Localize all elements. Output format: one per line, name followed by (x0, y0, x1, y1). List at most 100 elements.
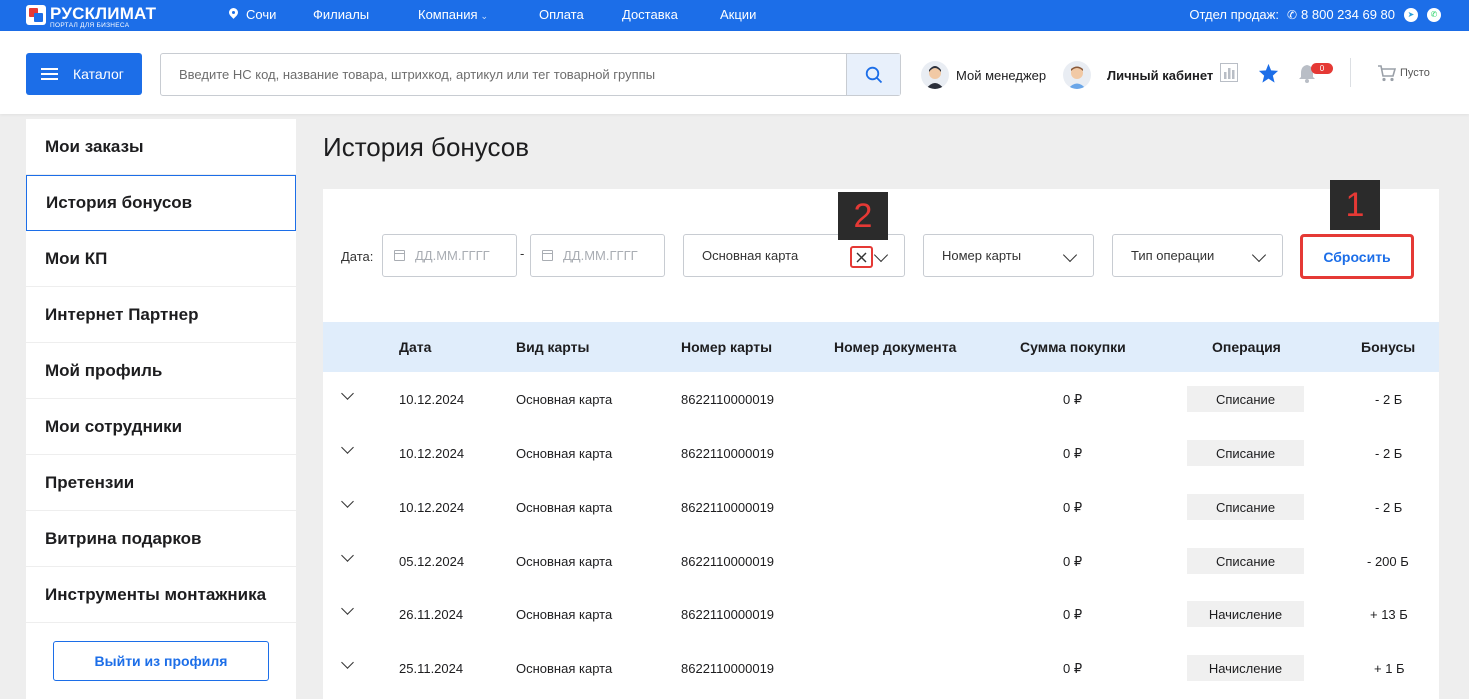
sidebar-item-orders[interactable]: Мои заказы (26, 119, 296, 175)
sales-label: Отдел продаж: (1189, 7, 1279, 22)
logo[interactable]: РУСКЛИМАТ ПОРТАЛ ДЛЯ БИЗНЕСА (26, 5, 156, 30)
operation-type-select[interactable]: Тип операции (1112, 234, 1283, 277)
table-row[interactable]: 10.12.2024 Основная карта 8622110000019 … (323, 372, 1439, 426)
row-bonus: + 13 Б (1370, 607, 1408, 622)
row-operation: Списание (1187, 440, 1304, 466)
cart-icon[interactable] (1377, 65, 1396, 82)
row-sum: 0 ₽ (1063, 554, 1083, 569)
date-to-field[interactable]: ДД.ММ.ГГГГ (530, 234, 665, 277)
sidebar-item-internet-partner[interactable]: Интернет Партнер (26, 287, 296, 343)
table-row[interactable]: 26.11.2024 Основная карта 8622110000019 … (323, 587, 1439, 641)
sidebar-item-bonus-history[interactable]: История бонусов (26, 175, 296, 231)
telegram-icon[interactable]: ➤ (1404, 7, 1418, 22)
row-sum: 0 ₽ (1063, 607, 1083, 622)
row-date: 25.11.2024 (399, 661, 464, 676)
column-card-type: Вид карты (516, 339, 590, 355)
search-bar (160, 53, 901, 96)
row-card-type: Основная карта (516, 500, 613, 515)
chevron-down-icon[interactable] (341, 549, 354, 562)
personal-cabinet-label: Личный кабинет (1107, 67, 1214, 83)
card-number-select[interactable]: Номер карты (923, 234, 1094, 277)
chevron-down-icon[interactable] (341, 656, 354, 669)
chevron-down-icon[interactable] (341, 602, 354, 615)
row-card-type: Основная карта (516, 661, 613, 676)
nav-company-label: Компания (418, 7, 478, 22)
chevron-down-icon[interactable] (341, 495, 354, 508)
sidebar-item-profile[interactable]: Мой профиль (26, 343, 296, 399)
reset-filters-button[interactable]: Сбросить (1300, 234, 1414, 279)
sidebar-item-installer-tools[interactable]: Инструменты монтажника (26, 567, 296, 623)
row-card-number: 8622110000019 (681, 392, 775, 407)
callout-marker-2: 2 (838, 192, 888, 240)
calendar-icon (542, 250, 553, 261)
my-manager-link[interactable]: Мой менеджер (921, 61, 1046, 89)
table-row[interactable]: 10.12.2024 Основная карта 8622110000019 … (323, 426, 1439, 480)
menu-icon (41, 68, 58, 80)
sidebar-item-employees[interactable]: Мои сотрудники (26, 399, 296, 455)
cart-status[interactable]: Пусто (1400, 67, 1430, 79)
city-label: Сочи (246, 7, 277, 22)
row-bonus: - 2 Б (1375, 500, 1403, 515)
chevron-down-icon[interactable] (341, 387, 354, 400)
chart-icon[interactable] (1220, 63, 1238, 82)
logout-button[interactable]: Выйти из профиля (53, 641, 269, 681)
clear-card-type-button[interactable] (850, 246, 873, 268)
catalog-button[interactable]: Каталог (26, 53, 142, 95)
table-row[interactable]: 05.12.2024 Основная карта 8622110000019 … (323, 534, 1439, 588)
logo-icon (26, 5, 46, 25)
nav-branches[interactable]: Филиалы (313, 7, 369, 22)
header: Каталог Мой менеджер Личный кабинет 0 Пу… (0, 31, 1469, 114)
column-document-number: Номер документа (834, 339, 957, 355)
nav-payment[interactable]: Оплата (539, 7, 584, 22)
table-row[interactable]: 10.12.2024 Основная карта 8622110000019 … (323, 480, 1439, 534)
personal-cabinet-link[interactable]: Личный кабинет (1063, 61, 1213, 89)
row-card-type: Основная карта (516, 446, 613, 461)
row-card-number: 8622110000019 (681, 446, 775, 461)
row-card-type: Основная карта (516, 607, 613, 622)
logo-subtitle: ПОРТАЛ ДЛЯ БИЗНЕСА (50, 22, 130, 29)
sales-contact: Отдел продаж: ✆ 8 800 234 69 80 ➤ ✆ (1189, 7, 1441, 22)
row-sum: 0 ₽ (1063, 500, 1083, 515)
nav-company[interactable]: Компания ⌄ (418, 7, 488, 22)
nav-delivery[interactable]: Доставка (622, 7, 678, 22)
logo-name: РУСКЛИМАТ (50, 4, 157, 23)
date-from-field[interactable]: ДД.ММ.ГГГГ (382, 234, 517, 277)
row-operation: Начисление (1187, 655, 1304, 681)
header-divider (1350, 58, 1351, 87)
callout-marker-1: 1 (1330, 180, 1380, 230)
calendar-icon (394, 250, 405, 261)
star-icon[interactable] (1258, 63, 1279, 83)
search-button[interactable] (846, 54, 900, 95)
card-number-label: Номер карты (942, 248, 1022, 263)
whatsapp-icon[interactable]: ✆ (1427, 7, 1441, 22)
close-icon (856, 252, 867, 262)
table-row[interactable]: 25.11.2024 Основная карта 8622110000019 … (323, 641, 1439, 695)
sidebar-item-claims[interactable]: Претензии (26, 455, 296, 511)
row-date: 10.12.2024 (399, 392, 465, 407)
row-sum: 0 ₽ (1063, 446, 1083, 461)
operation-type-label: Тип операции (1131, 248, 1215, 263)
phone-icon: ✆ (1286, 7, 1298, 22)
manager-avatar-icon (921, 61, 949, 89)
nav-promotions[interactable]: Акции (720, 7, 756, 22)
sidebar-item-proposals[interactable]: Мои КП (26, 231, 296, 287)
row-sum: 0 ₽ (1063, 392, 1083, 407)
row-bonus: - 200 Б (1367, 554, 1409, 569)
row-card-number: 8622110000019 (681, 554, 775, 569)
user-avatar-icon (1063, 61, 1091, 89)
sidebar-item-gift-showcase[interactable]: Витрина подарков (26, 511, 296, 567)
column-purchase-sum: Сумма покупки (1020, 339, 1126, 355)
date-separator: - (520, 246, 525, 261)
city-selector[interactable]: Сочи (229, 7, 276, 22)
notification-badge: 0 (1311, 63, 1333, 74)
row-card-type: Основная карта (516, 554, 613, 569)
search-input[interactable] (161, 54, 847, 95)
sales-phone[interactable]: 8 800 234 69 80 (1301, 7, 1395, 22)
chevron-down-icon (1062, 247, 1078, 263)
row-bonus: - 2 Б (1375, 446, 1403, 461)
date-to-placeholder: ДД.ММ.ГГГГ (563, 248, 638, 263)
chevron-down-icon[interactable] (341, 441, 354, 454)
row-card-type: Основная карта (516, 392, 613, 407)
row-sum: 0 ₽ (1063, 661, 1083, 676)
row-bonus: + 1 Б (1374, 661, 1405, 676)
